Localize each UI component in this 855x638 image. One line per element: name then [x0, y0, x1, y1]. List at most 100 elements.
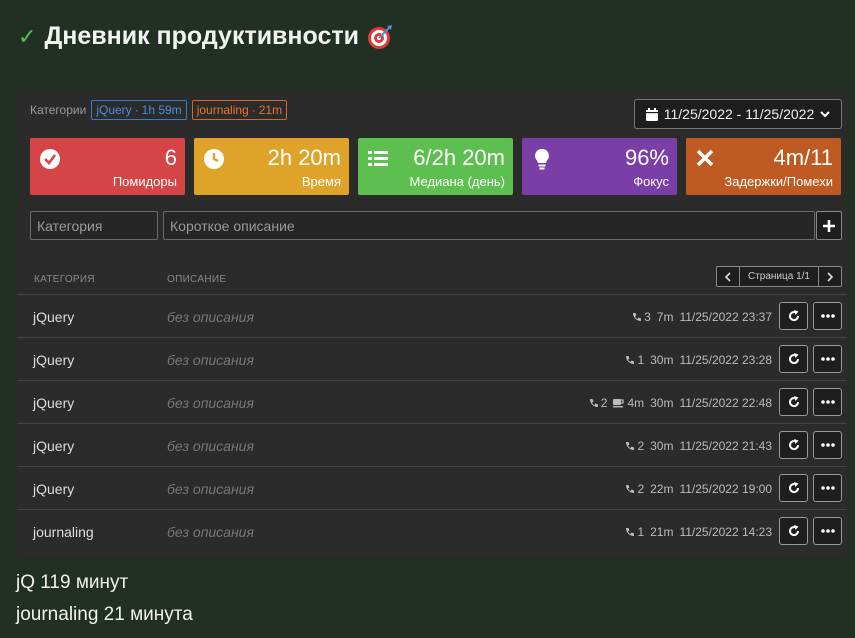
categories-row: Категории jQuery · 1h 59m journaling · 21m [30, 100, 288, 120]
redo-icon [788, 482, 799, 494]
pagination: Страница 1/1 [715, 266, 842, 287]
table-row: jQuery без описания 1 30m 11/25/2022 23:… [17, 337, 847, 380]
more-options-button[interactable] [813, 345, 842, 373]
restart-button[interactable] [779, 474, 808, 502]
row-category: jQuery [33, 352, 75, 368]
category-tag-journaling[interactable]: journaling · 21m [191, 100, 288, 120]
row-timestamp: 11/25/2022 23:28 [679, 353, 772, 367]
row-description: без описания [167, 524, 254, 540]
entries-table: jQuery без описания 3 7m 11/25/2022 23:3… [17, 294, 847, 552]
chevron-right-icon [827, 271, 833, 282]
calls-indicator: 2 [589, 396, 607, 410]
table-row: jQuery без описания 3 7m 11/25/2022 23:3… [17, 294, 847, 337]
phone-icon [626, 528, 635, 536]
category-tag-jquery[interactable]: jQuery · 1h 59m [91, 100, 187, 120]
table-row: jQuery без описания 2 22m 11/25/2022 19:… [17, 466, 847, 509]
stat-card-median: 6/2h 20m Медиана (день) [358, 138, 513, 195]
row-meta: 1 30m 11/25/2022 23:28 [625, 353, 772, 367]
restart-button[interactable] [779, 302, 808, 330]
phone-icon [626, 356, 635, 364]
row-meta: 2 30m 11/25/2022 21:43 [625, 439, 772, 453]
more-options-button[interactable] [813, 517, 842, 545]
table-row: journaling без описания 1 21m 11/25/2022… [17, 509, 847, 552]
column-header-description: ОПИСАНИЕ [167, 274, 227, 285]
table-row: jQuery без описания 2 30m 11/25/2022 21:… [17, 423, 847, 466]
clock-icon [204, 149, 224, 169]
redo-icon [788, 310, 799, 322]
calls-indicator: 1 [625, 353, 644, 367]
date-range-picker[interactable]: 11/25/2022 - 11/25/2022 [634, 99, 842, 129]
phone-icon [589, 399, 598, 407]
more-icon [820, 486, 835, 490]
row-timestamp: 11/25/2022 22:48 [679, 396, 772, 410]
row-category: jQuery [33, 395, 75, 411]
prev-page-button[interactable] [717, 267, 739, 286]
more-icon [820, 357, 835, 361]
page-title-bar: ✓ Дневник продуктивности [18, 22, 393, 51]
phone-icon [626, 485, 635, 493]
chevron-left-icon [724, 271, 731, 282]
stat-card-interruptions: 4m/11 Задержки/Помехи [686, 138, 841, 195]
more-icon [820, 400, 835, 404]
summary-line-journaling: journaling 21 минута [16, 604, 193, 625]
break-indicator: 4m [613, 396, 644, 410]
phone-icon [633, 313, 642, 321]
restart-button[interactable] [779, 517, 808, 545]
redo-icon [788, 439, 799, 451]
description-input[interactable] [163, 211, 815, 240]
row-duration: 30m [650, 396, 674, 410]
calls-indicator: 1 [625, 525, 644, 539]
more-icon [820, 443, 835, 447]
row-meta: 2 4m 30m 11/25/2022 22:48 [589, 396, 772, 410]
row-duration: 21m [650, 525, 674, 539]
new-entry-form [30, 211, 842, 240]
target-icon [368, 24, 392, 49]
row-description: без описания [167, 481, 254, 497]
row-timestamp: 11/25/2022 19:00 [679, 482, 772, 496]
row-description: без описания [167, 395, 254, 411]
more-icon [820, 529, 835, 533]
page-indicator: Страница 1/1 [738, 267, 819, 286]
calls-indicator: 2 [625, 482, 644, 496]
calls-indicator: 2 [625, 439, 644, 453]
row-timestamp: 11/25/2022 21:43 [679, 439, 772, 453]
row-meta: 1 21m 11/25/2022 14:23 [625, 525, 772, 539]
list-icon [368, 151, 388, 166]
row-timestamp: 11/25/2022 23:37 [679, 310, 772, 324]
x-icon [696, 149, 714, 167]
row-category: journaling [33, 524, 94, 540]
row-category: jQuery [33, 309, 75, 325]
redo-icon [788, 353, 799, 365]
chevron-down-icon [820, 111, 830, 118]
restart-button[interactable] [779, 345, 808, 373]
coffee-icon [613, 399, 625, 408]
row-category: jQuery [33, 481, 75, 497]
restart-button[interactable] [779, 388, 808, 416]
row-description: без описания [167, 438, 254, 454]
restart-button[interactable] [779, 431, 808, 459]
add-entry-button[interactable] [816, 211, 842, 240]
redo-icon [788, 525, 799, 537]
plus-icon [823, 219, 835, 232]
page-title: Дневник продуктивности [44, 22, 359, 50]
row-duration: 7m [656, 310, 674, 324]
more-options-button[interactable] [813, 431, 842, 459]
stat-card-focus: 96% Фокус [522, 138, 677, 195]
row-description: без описания [167, 309, 254, 325]
row-description: без описания [167, 352, 254, 368]
row-duration: 30m [650, 439, 674, 453]
redo-icon [788, 396, 799, 408]
categories-label: Категории [30, 103, 87, 117]
more-options-button[interactable] [813, 388, 842, 416]
calendar-icon [645, 107, 658, 121]
row-timestamp: 11/25/2022 14:23 [679, 525, 772, 539]
more-options-button[interactable] [813, 474, 842, 502]
diary-panel: Категории jQuery · 1h 59m journaling · 21m 1… [17, 90, 847, 556]
stat-card-time: 2h 20m Время [194, 138, 349, 195]
category-input[interactable] [30, 211, 158, 240]
next-page-button[interactable] [819, 267, 841, 286]
more-options-button[interactable] [813, 302, 842, 330]
stats-cards: 6 Помидоры 2h 20m Время 6/2h 20m Медиана… [30, 138, 841, 195]
row-meta: 2 22m 11/25/2022 19:00 [625, 482, 772, 496]
table-row: jQuery без описания 2 4m 30m 11/25/2022 … [17, 380, 847, 423]
